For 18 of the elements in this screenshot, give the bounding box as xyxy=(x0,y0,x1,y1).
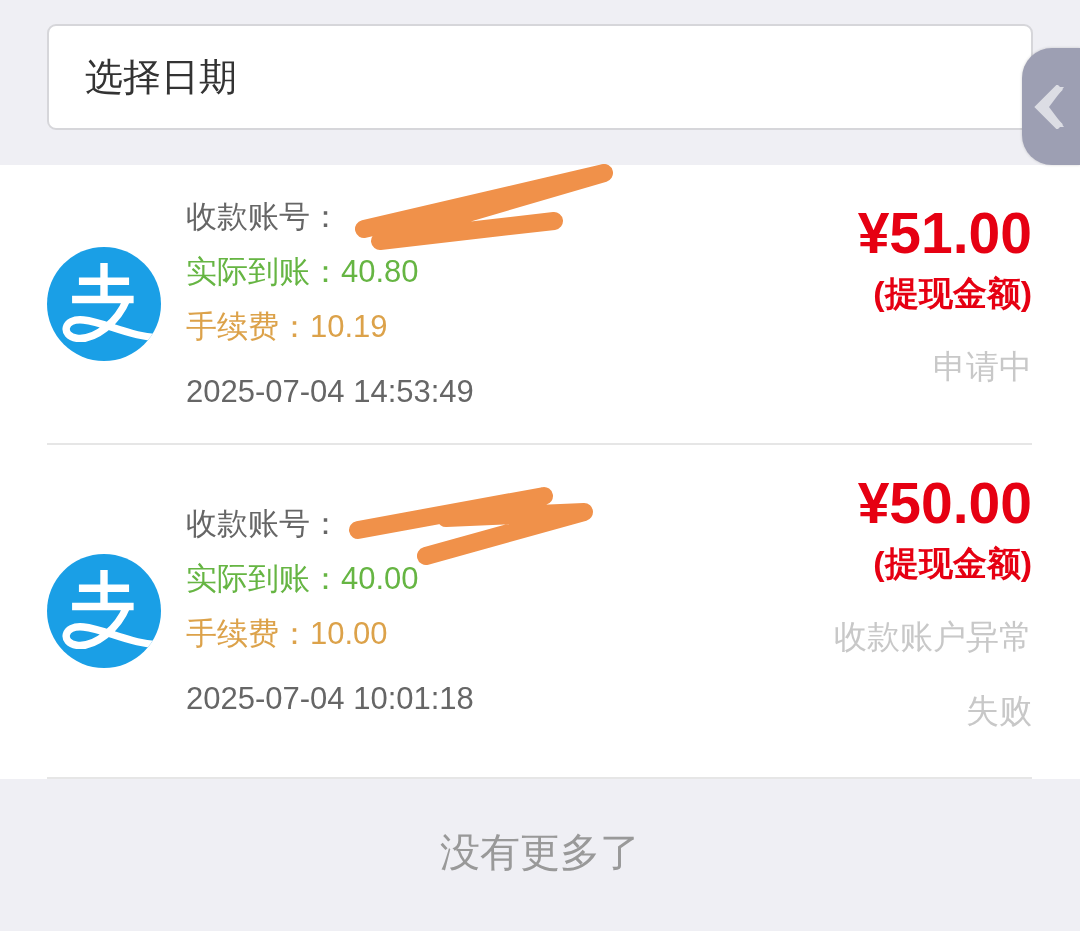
amount-label: (提现金额) xyxy=(873,543,1032,584)
no-more-text: 没有更多了 xyxy=(440,829,640,876)
circle-logo-icon xyxy=(47,247,161,361)
received-amount: 实际到账：40.00 xyxy=(186,560,419,598)
date-field[interactable]: 选择日期 xyxy=(47,24,1033,130)
account-label: 收款账号： xyxy=(186,506,341,541)
withdraw-amount: ¥51.00 xyxy=(857,201,1032,265)
account-label: 收款账号： xyxy=(186,199,341,234)
fee-amount: 手续费：10.19 xyxy=(186,308,388,346)
chevron-left-icon xyxy=(1034,84,1064,129)
circle-logo-icon xyxy=(47,554,161,668)
record-time: 2025-07-04 10:01:18 xyxy=(186,680,474,718)
withdraw-amount: ¥50.00 xyxy=(857,471,1032,535)
record-time: 2025-07-04 14:53:49 xyxy=(186,373,474,411)
side-drawer-handle[interactable] xyxy=(1022,48,1080,165)
fee-amount: 手续费：10.00 xyxy=(186,615,388,653)
received-amount: 实际到账：40.80 xyxy=(186,253,419,291)
amount-label: (提现金额) xyxy=(873,273,1032,314)
